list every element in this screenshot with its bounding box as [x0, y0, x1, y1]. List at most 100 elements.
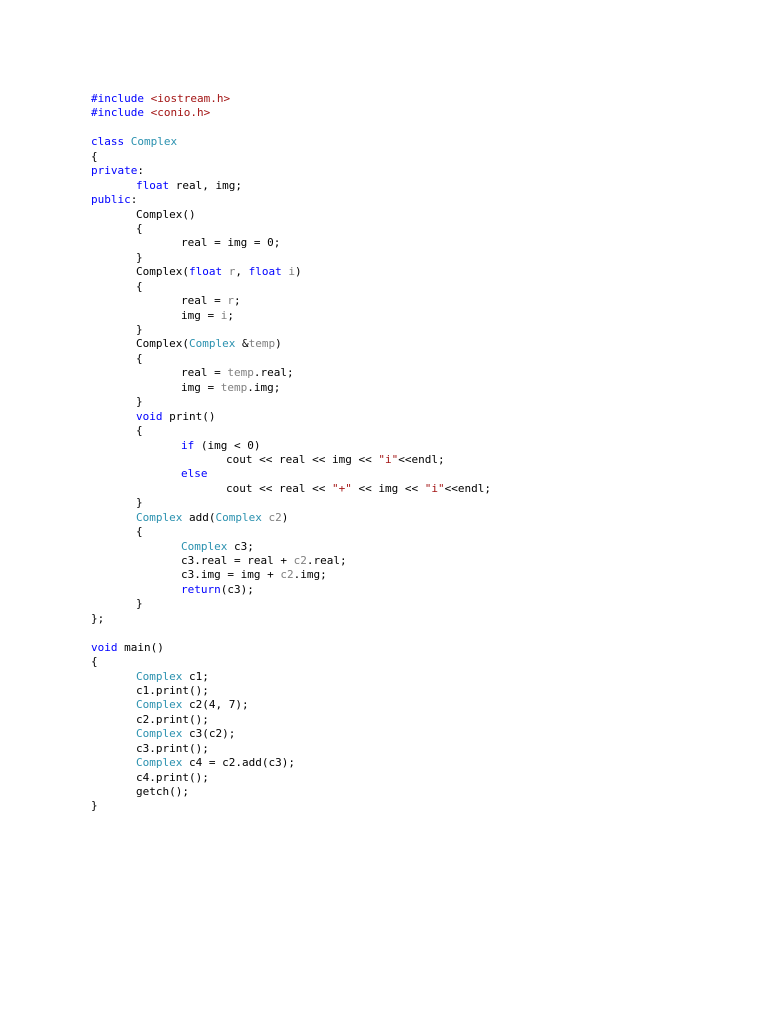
code-token: #include — [91, 106, 151, 120]
code-token: } — [136, 496, 143, 510]
code-token: <<endl; — [398, 452, 445, 466]
code-token: getch(); — [136, 785, 189, 798]
code-token: << img << — [351, 481, 425, 495]
code-line: Complex c2(4, 7); — [91, 698, 491, 712]
code-token: { — [91, 655, 98, 669]
code-line: { — [91, 424, 491, 438]
code-token: { — [136, 279, 143, 293]
code-token: { — [91, 149, 98, 163]
code-token: } — [136, 323, 143, 336]
code-line: else — [91, 467, 491, 481]
code-token: cout << real << img << — [226, 452, 379, 466]
code-line: { — [91, 150, 491, 164]
code-token: return — [181, 582, 221, 596]
code-token: ; — [227, 308, 234, 322]
code-token: , — [235, 265, 249, 279]
code-token: c2 — [280, 568, 294, 582]
code-line: { — [91, 222, 491, 236]
code-token: main() — [117, 640, 164, 654]
code-token: temp — [227, 366, 254, 380]
code-line: } — [91, 799, 491, 813]
code-line: c4.print(); — [91, 771, 491, 785]
code-token: Complex — [136, 510, 183, 524]
code-line: cout << real << img << "i"<<endl; — [91, 453, 491, 467]
code-token: & — [235, 337, 249, 351]
code-token: c1; — [182, 669, 209, 683]
code-line: Complex(Complex &temp) — [91, 337, 491, 351]
code-line: real = temp.real; — [91, 366, 491, 380]
code-token: ; — [233, 294, 241, 308]
code-token: <<endl; — [444, 481, 491, 495]
code-token: Complex — [136, 727, 183, 741]
code-line: real = r; — [91, 294, 491, 308]
code-token: float — [136, 178, 170, 192]
code-token: } — [136, 250, 143, 264]
code-token: (c3); — [220, 582, 254, 596]
code-line: c3.img = img + c2.img; — [91, 568, 491, 582]
code-token: c3.real = real + — [181, 554, 294, 567]
code-line: #include <conio.h> — [91, 106, 491, 120]
code-token: Complex — [215, 510, 262, 524]
code-token: .real; — [253, 366, 294, 380]
code-token: c1.print(); — [136, 683, 209, 697]
code-token: <conio.h> — [150, 106, 211, 120]
code-token: c3; — [227, 539, 254, 553]
code-token: { — [136, 525, 143, 539]
code-token: c3.img = img + — [181, 568, 281, 582]
code-token: if — [181, 438, 195, 452]
code-token: c2.print(); — [136, 712, 209, 726]
code-line: } — [91, 323, 491, 337]
code-line: class Complex — [91, 135, 491, 149]
code-line: #include <iostream.h> — [91, 92, 491, 106]
code-line: c2.print(); — [91, 713, 491, 727]
code-line: Complex c3(c2); — [91, 727, 491, 741]
code-token: c3(c2); — [182, 727, 236, 741]
code-token: ) — [281, 510, 289, 524]
code-line: }; — [91, 612, 491, 626]
code-token: Complex( — [136, 265, 189, 279]
code-line: void main() — [91, 641, 491, 655]
code-token: Complex — [130, 135, 178, 149]
code-token: .img; — [247, 380, 281, 394]
code-token: "i" — [378, 452, 399, 466]
code-token: Complex() — [136, 207, 196, 221]
code-line: Complex c4 = c2.add(c3); — [91, 756, 491, 770]
code-line: Complex(float r, float i) — [91, 265, 491, 279]
code-token: c4.print(); — [136, 770, 209, 784]
code-line: } — [91, 597, 491, 611]
code-token: ) — [294, 265, 302, 279]
code-token: temp — [248, 337, 276, 351]
code-token: Complex( — [136, 337, 189, 351]
code-line: Complex c1; — [91, 670, 491, 684]
code-line: public: — [91, 193, 491, 207]
code-token: "+" — [331, 481, 352, 495]
code-line: img = temp.img; — [91, 381, 491, 395]
code-token: void — [91, 640, 118, 654]
code-token: .img; — [293, 568, 327, 582]
code-token: .real; — [306, 554, 347, 567]
code-token: <iostream.h> — [150, 92, 231, 105]
code-token: c2 — [293, 554, 307, 567]
code-line: { — [91, 352, 491, 366]
code-token: Complex — [181, 539, 228, 553]
code-token: c4 = c2.add(c3); — [182, 756, 295, 770]
code-token: temp — [220, 380, 248, 394]
code-token: float — [188, 265, 223, 279]
code-line: real = img = 0; — [91, 236, 491, 250]
code-line: Complex() — [91, 208, 491, 222]
code-token: "i" — [424, 481, 445, 495]
code-line: cout << real << "+" << img << "i"<<endl; — [91, 482, 491, 496]
code-token: (img < 0) — [194, 438, 261, 452]
code-line: getch(); — [91, 785, 491, 799]
code-token: real = — [181, 294, 228, 308]
code-token: ) — [275, 337, 282, 351]
code-line: c3.print(); — [91, 742, 491, 756]
code-line: Complex add(Complex c2) — [91, 511, 491, 525]
code-block: #include <iostream.h> #include <conio.h> c… — [91, 92, 491, 814]
code-token: { — [136, 424, 143, 438]
code-line: { — [91, 280, 491, 294]
code-line: c3.real = real + c2.real; — [91, 554, 491, 568]
